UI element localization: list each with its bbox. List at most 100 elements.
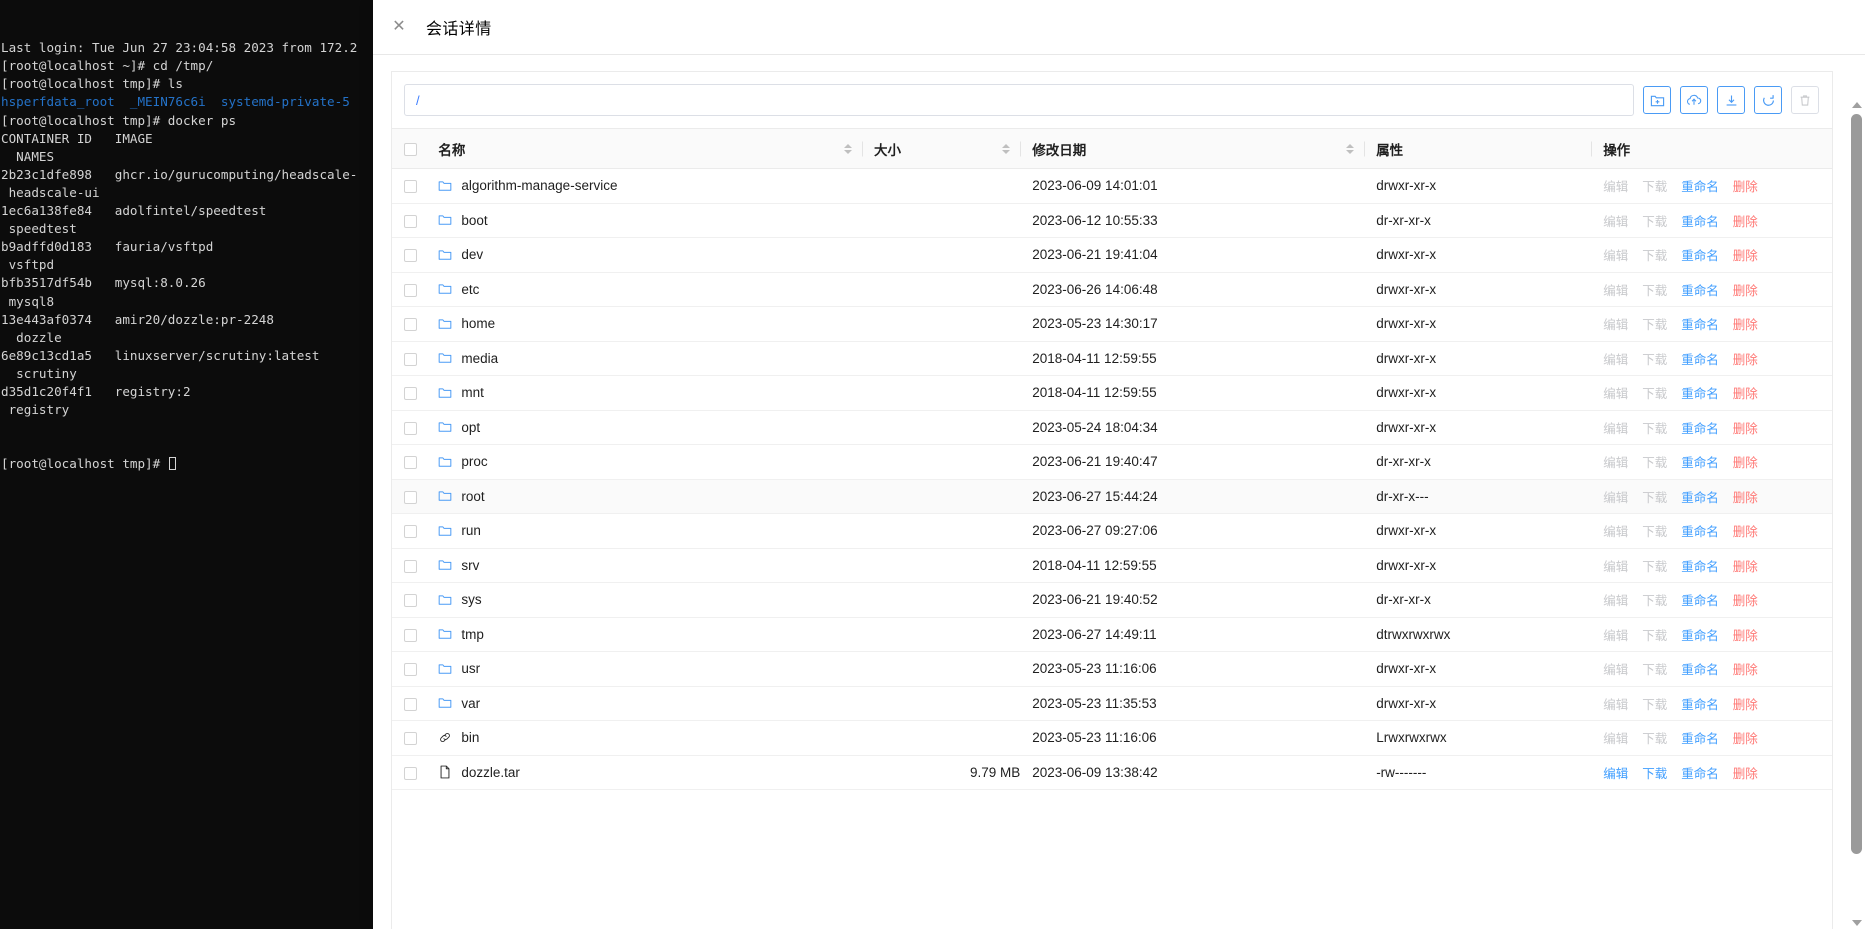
rename-action[interactable]: 重命名	[1681, 556, 1719, 575]
delete-action[interactable]: 删除	[1733, 659, 1758, 678]
scroll-up-arrow-icon[interactable]	[1852, 102, 1862, 108]
scrollbar-thumb[interactable]	[1851, 114, 1862, 854]
rename-action[interactable]: 重命名	[1681, 349, 1719, 368]
terminal-background[interactable]: Last login: Tue Jun 27 23:04:58 2023 fro…	[0, 0, 373, 929]
sort-size-icon[interactable]	[1002, 144, 1010, 154]
file-name-cell[interactable]: opt	[426, 410, 862, 445]
edit-action[interactable]: 编辑	[1603, 625, 1628, 644]
edit-action[interactable]: 编辑	[1603, 418, 1628, 437]
edit-action[interactable]: 编辑	[1603, 590, 1628, 609]
edit-action[interactable]: 编辑	[1603, 314, 1628, 333]
delete-action[interactable]: 删除	[1733, 418, 1758, 437]
download-action[interactable]: 下载	[1642, 659, 1667, 678]
download-action[interactable]: 下载	[1642, 590, 1667, 609]
row-checkbox[interactable]	[404, 180, 417, 193]
row-checkbox[interactable]	[404, 318, 417, 331]
edit-action[interactable]: 编辑	[1603, 556, 1628, 575]
table-row[interactable]: opt2023-05-24 18:04:34drwxr-xr-x编辑下载重命名删…	[392, 410, 1832, 445]
file-name-cell[interactable]: dev	[426, 238, 862, 273]
download-action[interactable]: 下载	[1642, 487, 1667, 506]
rename-action[interactable]: 重命名	[1681, 487, 1719, 506]
download-action[interactable]: 下载	[1642, 452, 1667, 471]
delete-action[interactable]: 删除	[1733, 487, 1758, 506]
table-row[interactable]: root2023-06-27 15:44:24dr-xr-x---编辑下载重命名…	[392, 479, 1832, 514]
edit-action[interactable]: 编辑	[1603, 659, 1628, 678]
file-name-cell[interactable]: run	[426, 514, 862, 549]
edit-action[interactable]: 编辑	[1603, 245, 1628, 264]
row-checkbox[interactable]	[404, 663, 417, 676]
table-row[interactable]: sys2023-06-21 19:40:52dr-xr-xr-x编辑下载重命名删…	[392, 583, 1832, 618]
download-action[interactable]: 下载	[1642, 694, 1667, 713]
download-action[interactable]: 下载	[1642, 349, 1667, 368]
table-row[interactable]: algorithm-manage-service2023-06-09 14:01…	[392, 169, 1832, 204]
download-action[interactable]: 下载	[1642, 383, 1667, 402]
table-row[interactable]: etc2023-06-26 14:06:48drwxr-xr-x编辑下载重命名删…	[392, 272, 1832, 307]
table-row[interactable]: dev2023-06-21 19:41:04drwxr-xr-x编辑下载重命名删…	[392, 238, 1832, 273]
rename-action[interactable]: 重命名	[1681, 625, 1719, 644]
table-row[interactable]: dozzle.tar9.79 MB2023-06-09 13:38:42-rw-…	[392, 755, 1832, 790]
table-row[interactable]: srv2018-04-11 12:59:55drwxr-xr-x编辑下载重命名删…	[392, 548, 1832, 583]
rename-action[interactable]: 重命名	[1681, 245, 1719, 264]
row-checkbox[interactable]	[404, 525, 417, 538]
delete-action[interactable]: 删除	[1733, 314, 1758, 333]
file-name-cell[interactable]: usr	[426, 652, 862, 687]
new-folder-button[interactable]	[1643, 86, 1671, 114]
download-action[interactable]: 下载	[1642, 211, 1667, 230]
edit-action[interactable]: 编辑	[1603, 211, 1628, 230]
rename-action[interactable]: 重命名	[1681, 452, 1719, 471]
table-row[interactable]: tmp2023-06-27 14:49:11dtrwxrwxrwx编辑下载重命名…	[392, 617, 1832, 652]
delete-action[interactable]: 删除	[1733, 211, 1758, 230]
download-action[interactable]: 下载	[1642, 245, 1667, 264]
file-name-cell[interactable]: var	[426, 686, 862, 721]
rename-action[interactable]: 重命名	[1681, 280, 1719, 299]
rename-action[interactable]: 重命名	[1681, 590, 1719, 609]
file-name-cell[interactable]: media	[426, 341, 862, 376]
delete-action[interactable]: 删除	[1733, 521, 1758, 540]
row-checkbox[interactable]	[404, 732, 417, 745]
delete-action[interactable]: 删除	[1733, 349, 1758, 368]
download-action[interactable]: 下载	[1642, 521, 1667, 540]
row-checkbox[interactable]	[404, 387, 417, 400]
delete-action[interactable]: 删除	[1733, 763, 1758, 782]
rename-action[interactable]: 重命名	[1681, 383, 1719, 402]
edit-action[interactable]: 编辑	[1603, 383, 1628, 402]
download-button[interactable]	[1717, 86, 1745, 114]
file-name-cell[interactable]: srv	[426, 548, 862, 583]
rename-action[interactable]: 重命名	[1681, 694, 1719, 713]
download-action[interactable]: 下载	[1642, 556, 1667, 575]
file-name-cell[interactable]: etc	[426, 272, 862, 307]
row-checkbox[interactable]	[404, 491, 417, 504]
sort-date-icon[interactable]	[1346, 144, 1354, 154]
delete-action[interactable]: 删除	[1733, 452, 1758, 471]
delete-action[interactable]: 删除	[1733, 694, 1758, 713]
row-checkbox[interactable]	[404, 560, 417, 573]
upload-button[interactable]	[1680, 86, 1708, 114]
row-checkbox[interactable]	[404, 767, 417, 780]
edit-action[interactable]: 编辑	[1603, 487, 1628, 506]
table-row[interactable]: mnt2018-04-11 12:59:55drwxr-xr-x编辑下载重命名删…	[392, 376, 1832, 411]
row-checkbox[interactable]	[404, 422, 417, 435]
file-name-cell[interactable]: dozzle.tar	[426, 755, 862, 790]
row-checkbox[interactable]	[404, 629, 417, 642]
edit-action[interactable]: 编辑	[1603, 728, 1628, 747]
file-name-cell[interactable]: boot	[426, 203, 862, 238]
row-checkbox[interactable]	[404, 456, 417, 469]
edit-action[interactable]: 编辑	[1603, 176, 1628, 195]
file-name-cell[interactable]: root	[426, 479, 862, 514]
column-header-name[interactable]: 名称	[426, 129, 862, 169]
delete-action[interactable]: 删除	[1733, 590, 1758, 609]
file-name-cell[interactable]: algorithm-manage-service	[426, 169, 862, 204]
row-checkbox[interactable]	[404, 698, 417, 711]
delete-action[interactable]: 删除	[1733, 556, 1758, 575]
rename-action[interactable]: 重命名	[1681, 763, 1719, 782]
edit-action[interactable]: 编辑	[1603, 280, 1628, 299]
file-name-cell[interactable]: home	[426, 307, 862, 342]
row-checkbox[interactable]	[404, 353, 417, 366]
table-row[interactable]: usr2023-05-23 11:16:06drwxr-xr-x编辑下载重命名删…	[392, 652, 1832, 687]
rename-action[interactable]: 重命名	[1681, 521, 1719, 540]
file-name-cell[interactable]: tmp	[426, 617, 862, 652]
delete-action[interactable]: 删除	[1733, 625, 1758, 644]
download-action[interactable]: 下载	[1642, 625, 1667, 644]
rename-action[interactable]: 重命名	[1681, 728, 1719, 747]
file-name-cell[interactable]: bin	[426, 721, 862, 756]
